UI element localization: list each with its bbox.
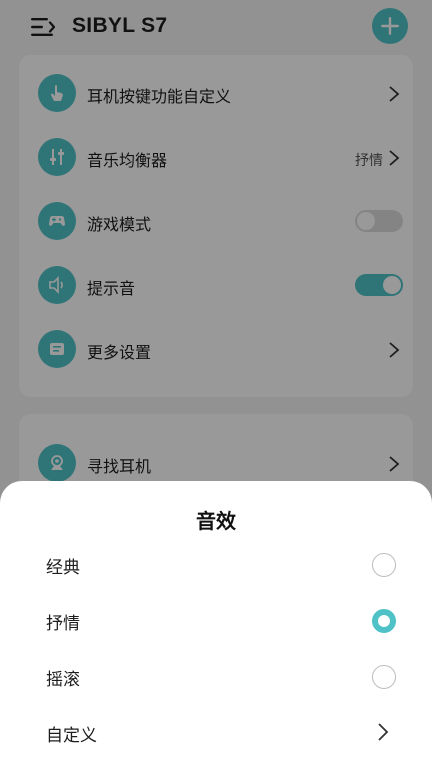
radio-button-selected[interactable] [372,609,396,633]
sound-option-label: 经典 [46,558,80,578]
radio-button[interactable] [372,553,396,577]
sound-option-label: 抒情 [46,614,80,634]
sound-option-label: 摇滚 [46,670,80,690]
sound-option-label: 自定义 [46,726,97,746]
sound-option-classic[interactable]: 经典 [0,537,432,593]
radio-button[interactable] [372,665,396,689]
sound-option-custom[interactable]: 自定义 [0,705,432,761]
sound-option-rock[interactable]: 摇滚 [0,649,432,705]
sound-option-lyrical[interactable]: 抒情 [0,593,432,649]
sheet-title: 音效 [196,509,236,533]
chevron-right-icon [378,723,389,741]
sound-effect-sheet: 音效 经典 抒情 摇滚 自定义 [0,481,432,768]
